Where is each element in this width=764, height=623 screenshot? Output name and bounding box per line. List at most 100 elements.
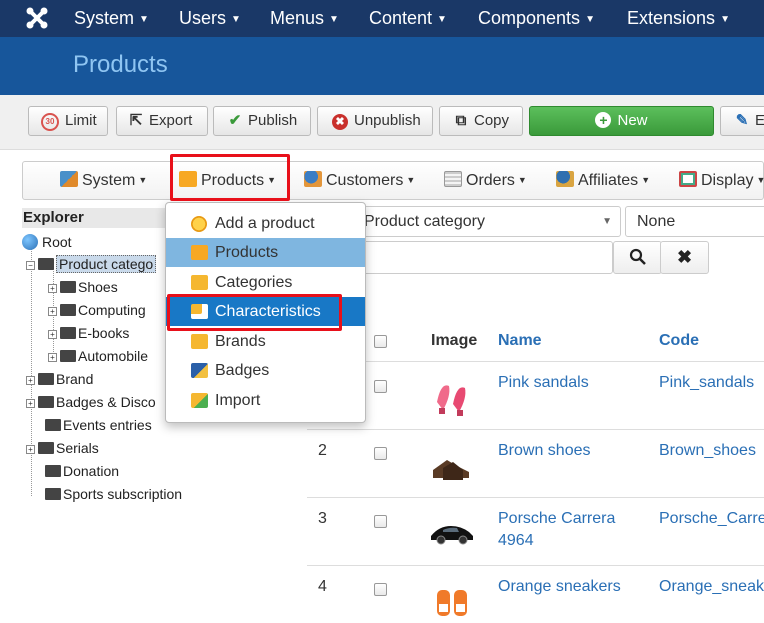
product-code-link[interactable]: Orange_sneak (659, 576, 764, 598)
compbar-display-label: Display (701, 172, 754, 189)
menu-components[interactable]: Components ▼ (478, 0, 595, 37)
product-name-link[interactable]: Brown shoes (498, 440, 591, 462)
row-number: 4 (318, 578, 327, 595)
copy-button[interactable]: ⧉ Copy (439, 106, 523, 136)
menu-item-categories[interactable]: Categories (166, 268, 365, 297)
row-checkbox[interactable] (374, 380, 387, 393)
menu-system[interactable]: System ▼ (74, 0, 149, 37)
tree-node-brand[interactable]: + Brand (26, 369, 93, 389)
product-code-link[interactable]: Porsche_Carre (659, 508, 764, 530)
joomla-logo-icon[interactable] (24, 5, 50, 31)
expand-icon[interactable]: + (48, 353, 57, 362)
row-checkbox[interactable] (374, 583, 387, 596)
tree-node-sports[interactable]: Sports subscription (45, 484, 182, 504)
menu-users[interactable]: Users ▼ (179, 0, 241, 37)
folder-icon (38, 442, 54, 454)
tree-node-serials[interactable]: + Serials (26, 438, 99, 458)
export-label: Export (149, 112, 193, 129)
expand-icon[interactable]: + (26, 376, 35, 385)
caret-down-icon: ▼ (406, 175, 416, 185)
unpublish-button[interactable]: ✖ Unpublish (317, 106, 433, 136)
close-icon: ✖ (676, 247, 693, 267)
caret-down-icon: ▼ (641, 175, 651, 185)
caret-down-icon: ▼ (585, 14, 595, 25)
limit-button[interactable]: 30 Limit (28, 106, 108, 136)
compbar-affiliates[interactable]: Affiliates ▼ (556, 162, 650, 199)
menu-item-brands[interactable]: Brands (166, 327, 365, 356)
menu-item-products[interactable]: Products (166, 238, 365, 267)
menu-item-label: Import (215, 392, 261, 409)
second-filter-value: None (637, 213, 676, 230)
caret-down-icon: ▼ (329, 14, 339, 25)
product-code-link[interactable]: Pink_sandals (659, 372, 754, 394)
pink-sandals-thumbnail[interactable] (429, 372, 475, 418)
expand-icon[interactable]: + (26, 445, 35, 454)
folder-icon (191, 275, 208, 290)
caret-down-icon: ▼ (231, 14, 241, 25)
collapse-icon[interactable]: − (26, 261, 35, 270)
row-checkbox[interactable] (374, 515, 387, 528)
edit-button[interactable]: ✎E (720, 106, 764, 136)
product-name-link[interactable]: Porsche Carrera 4964 (498, 508, 648, 552)
tree-node-shoes[interactable]: + Shoes (48, 277, 118, 297)
row-checkbox[interactable] (374, 447, 387, 460)
tree-node-donation[interactable]: Donation (45, 461, 119, 481)
menu-item-badges[interactable]: Badges (166, 356, 365, 385)
publish-button[interactable]: ✔ Publish (213, 106, 311, 136)
compbar-affiliates-label: Affiliates (578, 172, 639, 189)
menu-components-label: Components (478, 8, 581, 28)
highlight-products-menu (170, 154, 290, 201)
category-filter-select[interactable]: Product category ▼ (355, 206, 621, 237)
menu-item-label: Add a product (215, 215, 315, 232)
tree-node-root[interactable]: Root (22, 232, 72, 252)
compbar-customers-label: Customers (326, 172, 404, 189)
tree-node-computing[interactable]: + Computing (48, 300, 146, 320)
select-all-checkbox[interactable] (374, 335, 387, 348)
menu-content[interactable]: Content ▼ (369, 0, 447, 37)
folder-icon (38, 373, 54, 385)
title-bar: Products (0, 37, 764, 95)
expand-icon[interactable]: + (48, 307, 57, 316)
top-navbar: System ▼ Users ▼ Menus ▼ Content ▼ Component… (0, 0, 764, 37)
expand-icon[interactable]: + (48, 330, 57, 339)
menu-menus[interactable]: Menus ▼ (270, 0, 339, 37)
column-name[interactable]: Name (498, 332, 542, 350)
product-code-link[interactable]: Brown_shoes (659, 440, 756, 462)
tree-node-ebooks[interactable]: + E-books (48, 323, 129, 343)
tree-label: Sports subscription (63, 486, 183, 502)
folder-open-icon (38, 258, 54, 270)
compbar-system[interactable]: System ▼ (60, 162, 147, 199)
search-button[interactable] (613, 241, 662, 274)
porsche-thumbnail[interactable] (429, 508, 475, 554)
product-name-link[interactable]: Pink sandals (498, 372, 589, 394)
compbar-orders[interactable]: Orders ▼ (444, 162, 527, 199)
compbar-customers[interactable]: Customers ▼ (304, 162, 415, 199)
new-button[interactable]: + New (529, 106, 714, 136)
tree-node-product-category[interactable]: − Product catego (26, 254, 157, 274)
column-code[interactable]: Code (659, 332, 699, 350)
menu-content-label: Content (369, 8, 433, 28)
menu-extensions[interactable]: Extensions ▼ (627, 0, 730, 37)
orange-sneakers-thumbnail[interactable] (429, 576, 475, 622)
expand-icon[interactable]: + (26, 399, 35, 408)
brown-shoes-thumbnail[interactable] (429, 440, 475, 486)
product-name-link[interactable]: Orange sneakers (498, 576, 621, 598)
limit-badge-icon: 30 (41, 113, 59, 131)
tree-label: Root (42, 234, 72, 250)
menu-item-add-product[interactable]: Add a product (166, 209, 365, 238)
tree-node-badges[interactable]: + Badges & Disco (26, 392, 156, 412)
search-input[interactable] (355, 241, 613, 274)
import-icon (191, 393, 208, 408)
expand-icon[interactable]: + (48, 284, 57, 293)
second-filter-select[interactable]: None (625, 206, 764, 237)
orders-icon (444, 171, 462, 187)
compbar-display[interactable]: Display ▼ (679, 162, 764, 199)
export-button[interactable]: ⇱ Export (116, 106, 208, 136)
tree-node-events[interactable]: Events entries (45, 415, 152, 435)
tree-label: Donation (63, 463, 120, 479)
table-row: 3 Porsche Carrera 4964 Porsche_Carre (307, 498, 764, 566)
tree-node-automobile[interactable]: + Automobile (48, 346, 148, 366)
menu-item-import[interactable]: Import (166, 386, 365, 415)
clear-search-button[interactable]: ✖ (660, 241, 709, 274)
menu-item-label: Products (215, 244, 279, 261)
